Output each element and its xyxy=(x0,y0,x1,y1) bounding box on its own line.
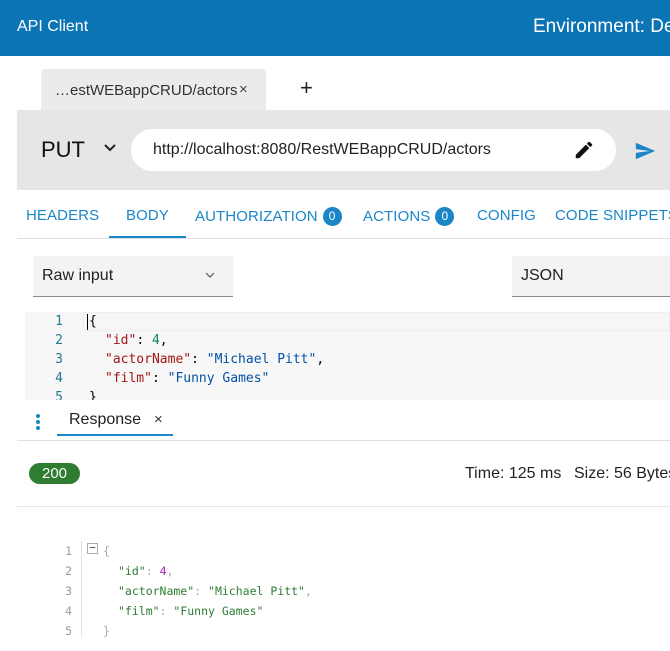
tab-actions[interactable]: ACTIONS 0 xyxy=(363,207,455,226)
code-line: } xyxy=(103,624,110,638)
line-number: 5 xyxy=(55,390,63,400)
request-tab-strip: …estWEBappCRUD/actors × + xyxy=(0,56,670,110)
input-mode-value: Raw input xyxy=(42,267,114,284)
line-number: 1 xyxy=(65,544,72,558)
request-section-tabs: HEADERS BODY AUTHORIZATION 0 ACTIONS 0 CON… xyxy=(17,190,670,239)
json-colon: : xyxy=(136,333,152,348)
response-status-row: 200 Time: 125 ms Size: 56 Bytes xyxy=(17,441,670,507)
fold-minus-icon[interactable]: − xyxy=(87,542,98,554)
line-number: 3 xyxy=(65,584,72,598)
json-comma: , xyxy=(304,584,312,598)
request-body-editor[interactable]: 1 2 3 4 5 { "id": 4, "actorName": "Micha… xyxy=(25,312,670,400)
line-number: 5 xyxy=(65,624,72,638)
active-tab-indicator xyxy=(109,236,186,238)
json-key: "film" xyxy=(105,371,152,386)
json-colon: : xyxy=(151,371,168,386)
code-line: { xyxy=(103,544,110,558)
json-string: "Michael Pitt" xyxy=(206,352,317,367)
json-colon: : xyxy=(191,352,207,367)
tab-actions-label: ACTIONS xyxy=(363,208,431,225)
json-key: "actorName" xyxy=(118,584,195,598)
response-body-viewer[interactable]: 1 2 3 4 5 − { "id": 4, "actorName": "Mic… xyxy=(50,540,670,640)
code-line: "id": 4, xyxy=(105,333,168,348)
json-number: 4 xyxy=(159,564,167,578)
response-tab-label: Response xyxy=(69,411,142,428)
json-string: "Funny Games" xyxy=(167,371,270,386)
text-caret xyxy=(87,314,88,330)
tab-body[interactable]: BODY xyxy=(126,207,169,224)
request-tab-label: …estWEBappCRUD/actors xyxy=(55,82,238,99)
indent-guide xyxy=(81,541,82,637)
code-line: "film": "Funny Games" xyxy=(105,371,269,386)
close-icon[interactable]: × xyxy=(154,411,163,428)
tab-authorization-label: AUTHORIZATION xyxy=(195,208,318,225)
json-colon: : xyxy=(194,584,209,598)
app-title: API Client xyxy=(17,18,89,35)
method-selector[interactable]: PUT xyxy=(41,137,85,163)
content-type-value: JSON xyxy=(521,267,564,284)
tab-authorization[interactable]: AUTHORIZATION 0 xyxy=(195,207,342,226)
content-type-select[interactable]: JSON xyxy=(512,256,670,297)
line-number: 4 xyxy=(55,371,63,386)
edit-pencil-icon[interactable] xyxy=(573,139,595,161)
code-line: "actorName": "Michael Pitt", xyxy=(118,584,312,598)
app-titlebar: API Client Environment: De xyxy=(0,0,670,56)
code-line: "actorName": "Michael Pitt", xyxy=(105,352,324,367)
current-line-highlight xyxy=(83,312,670,331)
tab-code-snippets[interactable]: CODE SNIPPETS xyxy=(555,207,670,224)
json-string: "Funny Games" xyxy=(173,604,264,618)
response-size: Size: 56 Bytes xyxy=(574,465,670,482)
line-number: 2 xyxy=(55,333,63,348)
line-number: 4 xyxy=(65,604,72,618)
json-number: 4 xyxy=(151,333,160,348)
json-key: "id" xyxy=(105,333,137,348)
code-line: "id": 4, xyxy=(118,564,173,578)
json-comma: , xyxy=(166,564,174,578)
new-tab-plus-icon[interactable]: + xyxy=(300,77,313,99)
line-number: 2 xyxy=(65,564,72,578)
tab-config[interactable]: CONFIG xyxy=(477,207,536,224)
response-tab[interactable]: Response × xyxy=(57,400,173,436)
line-number: 3 xyxy=(55,352,63,367)
tab-headers[interactable]: HEADERS xyxy=(26,207,99,224)
more-vertical-icon[interactable] xyxy=(35,413,41,431)
json-key: "actorName" xyxy=(105,352,192,367)
json-colon: : xyxy=(145,564,160,578)
code-line: "film": "Funny Games" xyxy=(118,604,263,618)
authorization-count-badge: 0 xyxy=(322,207,342,226)
request-tab[interactable]: …estWEBappCRUD/actors × xyxy=(41,69,266,110)
json-comma: , xyxy=(316,352,325,367)
code-line: } xyxy=(89,390,97,400)
send-icon[interactable] xyxy=(633,140,657,162)
status-badge: 200 xyxy=(29,463,80,484)
url-bar: PUT http://localhost:8080/RestWEBappCRUD… xyxy=(17,110,670,190)
close-tab-icon[interactable]: × xyxy=(239,81,248,98)
line-number: 1 xyxy=(55,314,63,329)
response-time: Time: 125 ms xyxy=(465,465,562,482)
input-mode-select[interactable]: Raw input xyxy=(33,256,233,297)
json-comma: , xyxy=(159,333,168,348)
url-input[interactable]: http://localhost:8080/RestWEBappCRUD/act… xyxy=(131,129,616,171)
response-tab-bar: Response × xyxy=(17,400,670,441)
chevron-down-icon xyxy=(205,272,215,278)
environment-selector[interactable]: Environment: De xyxy=(533,16,670,38)
json-key: "film" xyxy=(118,604,160,618)
json-key: "id" xyxy=(118,564,146,578)
json-colon: : xyxy=(159,604,174,618)
json-string: "Michael Pitt" xyxy=(208,584,305,598)
url-text[interactable]: http://localhost:8080/RestWEBappCRUD/act… xyxy=(153,141,491,159)
actions-count-badge: 0 xyxy=(435,207,455,226)
code-line: { xyxy=(89,314,97,329)
chevron-down-icon[interactable] xyxy=(103,141,117,155)
